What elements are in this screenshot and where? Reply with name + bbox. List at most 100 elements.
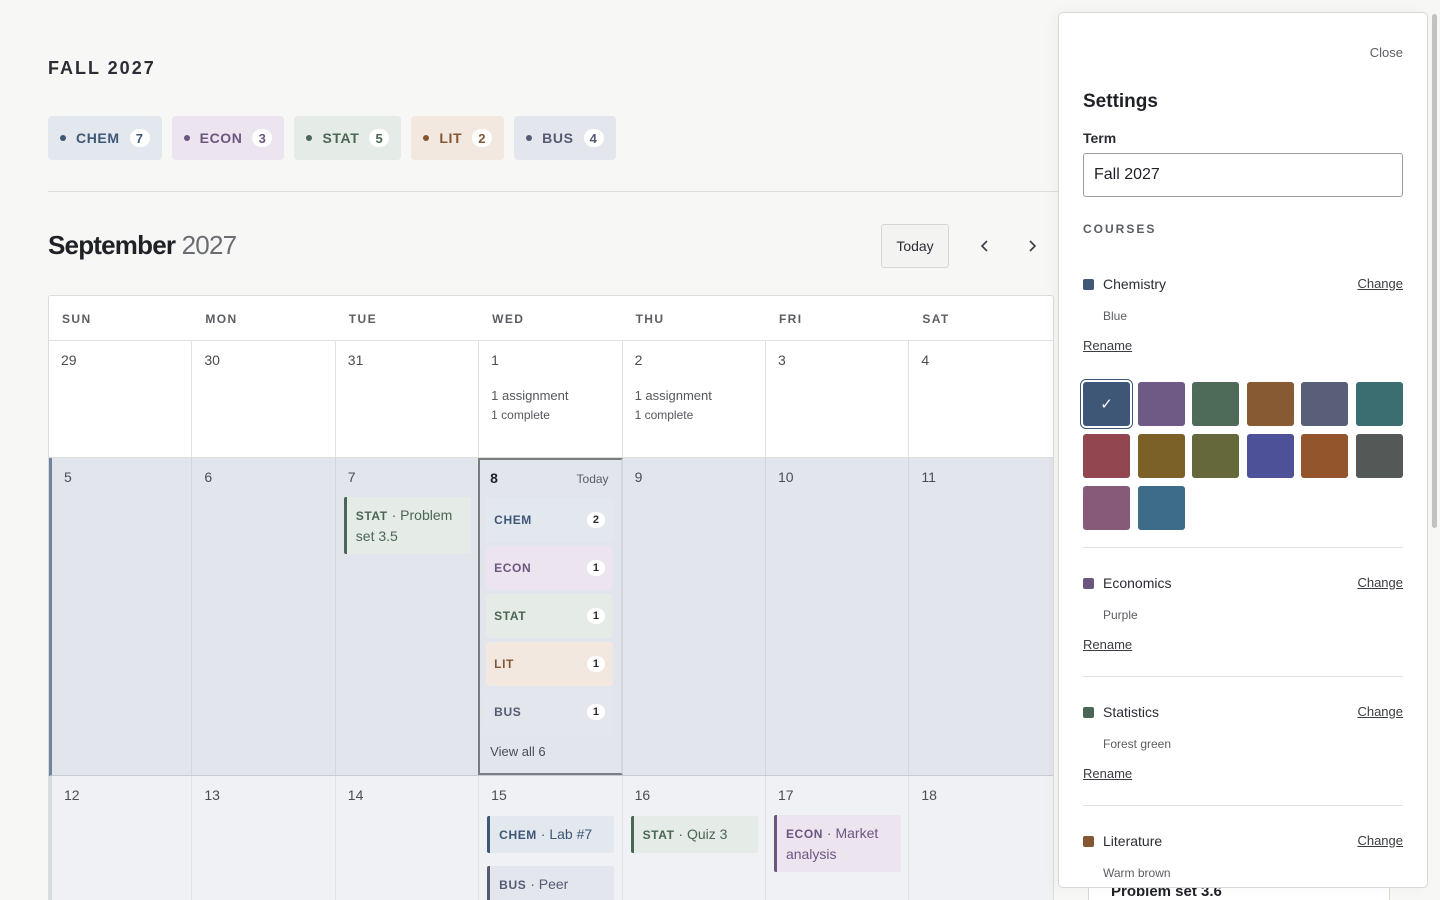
month-title: September 2027 (48, 230, 237, 261)
day-cell[interactable]: 2 1 assignment 1 complete (623, 341, 766, 457)
course-pill-lit[interactable]: LIT 1 (486, 642, 614, 686)
course-pill-chem[interactable]: CHEM 2 (486, 498, 614, 542)
day-number: 1 (491, 352, 499, 368)
term-input[interactable] (1083, 153, 1403, 197)
course-name: Economics (1103, 575, 1172, 591)
month-calendar: SUN MON TUE WED THU FRI SAT 29 30 31 1 1… (48, 295, 1054, 900)
event-title: · Lab #7 (536, 826, 593, 842)
event-card-bus[interactable]: BUS · Peer (487, 866, 615, 900)
day-cell[interactable]: 18 (909, 776, 1052, 900)
day-cell[interactable]: 6 (192, 458, 336, 775)
change-color-link[interactable]: Change (1357, 833, 1403, 848)
color-swatch[interactable] (1192, 434, 1240, 478)
change-color-link[interactable]: Change (1357, 704, 1403, 719)
course-divider (1083, 547, 1403, 548)
color-swatch[interactable] (1083, 434, 1130, 478)
day-number: 29 (61, 352, 77, 368)
rename-link[interactable]: Rename (1083, 766, 1132, 781)
prev-month-button[interactable] (969, 230, 1001, 262)
day-cell[interactable]: 29 (49, 341, 193, 457)
pill-label: BUS (494, 705, 522, 719)
day-number: 2 (634, 352, 643, 368)
day-cell[interactable]: 12 (52, 776, 193, 900)
day-cell-today[interactable]: 8 Today CHEM 2 ECON 1 STAT 1 LIT 1 BUS 1 View… (478, 458, 623, 775)
course-chip-econ[interactable]: ECON 3 (171, 116, 285, 160)
course-pill-econ[interactable]: ECON 1 (486, 546, 614, 590)
day-cell[interactable]: 13 (192, 776, 336, 900)
pill-count: 1 (587, 560, 606, 576)
day-cell[interactable]: 17 ECON · Market analysis (766, 776, 910, 900)
today-button[interactable]: Today (881, 224, 949, 268)
color-swatch[interactable] (1355, 382, 1403, 426)
course-color-name: Warm brown (1103, 866, 1171, 880)
next-month-button[interactable] (1016, 230, 1048, 262)
weekday-label: TUE (348, 312, 377, 326)
change-color-link[interactable]: Change (1357, 575, 1403, 590)
course-chip-chem[interactable]: CHEM 7 (48, 116, 162, 160)
chip-dot-icon (526, 135, 533, 141)
chip-dot-icon (183, 135, 190, 141)
color-swatch-selected[interactable]: ✓ (1083, 382, 1130, 426)
calendar-week-current: 5 6 7 STAT · Problem set 3.5 8 Today CHE… (49, 458, 1053, 776)
chevron-right-icon (1029, 240, 1037, 252)
change-color-link[interactable]: Change (1357, 276, 1403, 291)
day-cell[interactable]: 7 STAT · Problem set 3.5 (336, 458, 480, 775)
chip-count: 4 (583, 129, 604, 147)
pill-label: ECON (494, 561, 532, 575)
color-swatch[interactable] (1192, 382, 1240, 426)
day-cell[interactable]: 9 (623, 458, 766, 775)
color-swatch[interactable] (1137, 382, 1185, 426)
color-swatch[interactable] (1301, 434, 1349, 478)
day-number: 11 (921, 469, 936, 485)
color-swatch[interactable] (1083, 486, 1130, 530)
pill-label: LIT (494, 657, 514, 671)
page-scrollbar[interactable] (1432, 14, 1437, 528)
color-swatch[interactable] (1137, 434, 1185, 478)
day-cell[interactable]: 1 1 assignment 1 complete (479, 341, 623, 457)
rename-link[interactable]: Rename (1083, 338, 1132, 353)
day-cell[interactable]: 4 (909, 341, 1052, 457)
pill-label: STAT (494, 609, 527, 623)
day-cell[interactable]: 15 CHEM · Lab #7 BUS · Peer (479, 776, 623, 900)
color-swatch[interactable] (1355, 434, 1403, 478)
course-pill-stat[interactable]: STAT 1 (486, 594, 614, 638)
course-divider (1083, 805, 1403, 806)
course-name: Statistics (1103, 704, 1160, 720)
color-swatch-grid: ✓ (1083, 382, 1403, 530)
day-cell[interactable]: 10 (766, 458, 910, 775)
course-chip-stat[interactable]: STAT 5 (294, 116, 402, 160)
weekday-header: SUN MON TUE WED THU FRI SAT (49, 296, 1053, 341)
color-swatch[interactable] (1246, 434, 1294, 478)
color-swatch[interactable] (1301, 382, 1349, 426)
course-chip-bus[interactable]: BUS 4 (514, 116, 616, 160)
day-cell[interactable]: 11 (909, 458, 1052, 775)
day-cell[interactable]: 16 STAT · Quiz 3 (623, 776, 766, 900)
view-all-link[interactable]: View all 6 (490, 744, 545, 759)
event-card-stat[interactable]: STAT · Quiz 3 (630, 816, 758, 853)
event-card-chem[interactable]: CHEM · Lab #7 (487, 816, 615, 853)
day-number: 30 (204, 352, 220, 368)
day-cell[interactable]: 31 (336, 341, 480, 457)
course-divider (1083, 676, 1403, 677)
color-swatch[interactable] (1246, 382, 1294, 426)
day-number: 7 (347, 469, 356, 485)
chip-count: 2 (472, 129, 493, 147)
event-course: BUS (499, 878, 527, 892)
event-card-stat[interactable]: STAT · Problem set 3.5 (343, 497, 471, 554)
course-chip-lit[interactable]: LIT 2 (411, 116, 505, 160)
settings-title: Settings (1083, 91, 1158, 112)
day-cell[interactable]: 30 (192, 341, 336, 457)
today-tag: Today (576, 472, 609, 486)
day-cell[interactable]: 3 (766, 341, 910, 457)
color-swatch[interactable] (1137, 486, 1185, 530)
weekday-label: THU (635, 312, 665, 326)
complete-count: 1 complete (634, 408, 694, 422)
close-button[interactable]: Close (1370, 45, 1403, 60)
weekday-label: SAT (922, 312, 950, 326)
course-pill-bus[interactable]: BUS 1 (486, 690, 614, 734)
event-card-econ[interactable]: ECON · Market analysis (773, 815, 901, 872)
rename-link[interactable]: Rename (1083, 637, 1132, 652)
event-title: · Quiz 3 (674, 826, 728, 842)
day-cell[interactable]: 5 (52, 458, 193, 775)
day-cell[interactable]: 14 (336, 776, 480, 900)
